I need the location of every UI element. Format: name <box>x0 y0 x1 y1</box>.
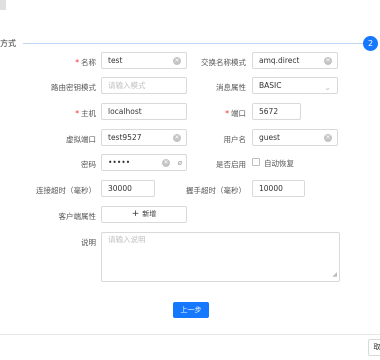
routing-label: 路由密钥模式 <box>51 83 96 92</box>
clear-icon[interactable]: ✕ <box>324 57 332 65</box>
password-input[interactable]: ••••• ✕ ø <box>101 154 187 171</box>
password-label: 密码 <box>81 160 96 169</box>
port-input[interactable]: 5672 <box>252 103 301 120</box>
section-title: 方式 <box>0 39 16 48</box>
port-label: * 端口 <box>225 109 246 118</box>
username-label: 用户名 <box>223 135 247 144</box>
host-input[interactable]: localhost <box>101 103 187 120</box>
auto-recover-checkbox[interactable] <box>252 158 260 166</box>
clear-icon[interactable]: ✕ <box>173 134 181 142</box>
desc-textarea[interactable]: 请输入说明 ◢ <box>101 232 340 282</box>
step-number-badge: 2 <box>363 36 378 51</box>
prev-step-button[interactable]: 上一步 <box>173 302 209 318</box>
enable-label: 是否启用 <box>216 160 246 169</box>
conn-timeout-label: 连接超时（毫秒） <box>36 186 96 195</box>
vhost-label: 虚拟端口 <box>66 135 96 144</box>
plus-icon: + <box>131 209 140 219</box>
username-input[interactable]: guest ✕ <box>252 129 338 146</box>
msg-attr-select[interactable]: BASIC ⌄ <box>252 77 338 94</box>
footer-divider <box>0 334 380 335</box>
conn-timeout-input[interactable]: 30000 <box>101 180 155 197</box>
top-partial-bar <box>0 0 6 10</box>
chevron-down-icon: ⌄ <box>324 83 331 92</box>
add-property-button[interactable]: + 新增 <box>101 206 187 223</box>
clear-icon[interactable]: ✕ <box>173 57 181 65</box>
vhost-input[interactable]: test9527 ✕ <box>101 129 187 146</box>
name-input[interactable]: test ✕ <box>101 52 187 69</box>
exchange-label: 交换名称模式 <box>201 58 246 67</box>
auto-recover-label[interactable]: 自动恢复 <box>264 158 294 169</box>
client-props-label: 客户端属性 <box>58 212 97 221</box>
host-label: * 主机 <box>75 109 96 118</box>
cancel-button[interactable]: 取 <box>368 339 380 356</box>
routing-input[interactable]: 请输入模式 <box>101 77 187 94</box>
clear-icon[interactable]: ✕ <box>324 134 332 142</box>
exchange-input[interactable]: amq.direct ✕ <box>252 52 338 69</box>
msg-attr-label: 消息属性 <box>216 83 246 92</box>
name-label: * 名称 <box>75 58 96 67</box>
section-divider <box>23 43 363 44</box>
desc-label: 说明 <box>81 238 96 247</box>
resize-handle-icon[interactable]: ◢ <box>332 270 337 280</box>
clear-icon[interactable]: ✕ <box>162 159 170 167</box>
handshake-timeout-input[interactable]: 10000 <box>252 180 305 197</box>
handshake-timeout-label: 握手超时（毫秒） <box>186 186 246 195</box>
eye-off-icon[interactable]: ø <box>178 156 182 170</box>
